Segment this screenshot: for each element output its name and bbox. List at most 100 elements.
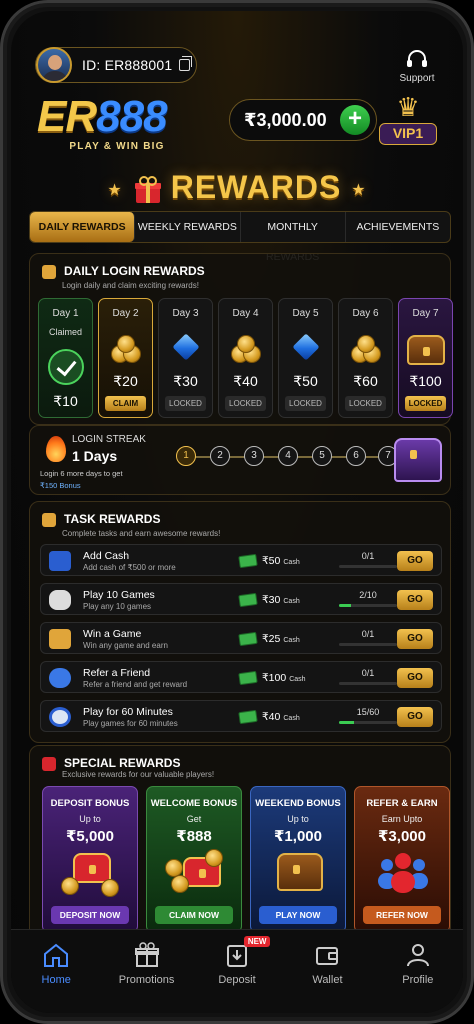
wallet-icon	[316, 947, 339, 965]
task-reward: ₹25 Cash	[262, 633, 300, 645]
user-id-text: ID: ER888001	[82, 57, 173, 73]
tab-daily-rewards[interactable]: DAILY REWARDS	[30, 212, 136, 242]
welcome-bonus-card[interactable]: WELCOME BONUS Get ₹888 CLAIM NOW	[146, 786, 242, 933]
nav-label: Deposit	[218, 974, 256, 986]
task-progress-bar	[339, 604, 397, 607]
daily-login-subtitle: Login daily and claim exciting rewards!	[62, 281, 199, 290]
clipboard-icon	[42, 512, 56, 527]
copy-icon[interactable]	[179, 56, 193, 71]
refer-earn-card[interactable]: REFER & EARN Earn Upto ₹3,000 REFER NOW	[354, 786, 450, 933]
day-value: ₹50	[293, 373, 318, 389]
card-value: ₹5,000	[66, 828, 114, 845]
phone-frame: ID: ER888001 Support ER888 PLAY & WIN BI…	[0, 0, 474, 1024]
nav-label: Home	[41, 974, 71, 986]
deposit-bonus-card[interactable]: DEPOSIT BONUS Up to ₹5,000 DEPOSIT NOW	[42, 786, 138, 933]
fire-icon	[46, 436, 66, 462]
reward-tabs: DAILY REWARDS WEEKLY REWARDS MONTHLY REW…	[29, 211, 451, 263]
play-now-button[interactable]: PLAY NOW	[259, 906, 337, 924]
calendar-icon	[42, 264, 56, 279]
page-title-text: REWARDS	[170, 169, 342, 205]
vip-badge[interactable]: ♛ VIP1	[379, 94, 437, 145]
gift-icon	[134, 175, 161, 203]
task-desc: Refer a friend and get reward	[83, 680, 188, 689]
task-reward: ₹40 Cash	[262, 711, 300, 723]
go-button[interactable]: GO	[397, 707, 433, 727]
nav-label: Profile	[402, 974, 434, 986]
nav-wallet[interactable]: Wallet	[282, 930, 372, 1013]
gamepad-icon	[49, 590, 71, 610]
day-value: ₹30	[173, 373, 198, 389]
nav-deposit[interactable]: Deposit NEW	[192, 930, 282, 1013]
day-value: ₹60	[353, 373, 378, 389]
tab-weekly-rewards[interactable]: WEEKLY REWARDS	[135, 212, 241, 242]
support-button[interactable]: Support	[393, 49, 441, 84]
nav-promotions[interactable]: Promotions	[101, 930, 191, 1013]
trophy-icon	[49, 629, 71, 649]
claim-now-button[interactable]: CLAIM NOW	[155, 906, 233, 924]
nav-home[interactable]: Home	[11, 930, 101, 1013]
cash-icon	[238, 670, 258, 686]
go-button[interactable]: GO	[397, 551, 433, 571]
balance-pill[interactable]: ₹3,000.00 +	[229, 99, 377, 141]
locked-button: LOCKED	[345, 396, 386, 411]
task-rewards-panel: TASK REWARDS Complete tasks and earn awe…	[29, 501, 451, 743]
avatar[interactable]	[36, 47, 72, 83]
nav-label: Wallet	[312, 974, 343, 986]
task-progress: 2/10	[359, 590, 377, 600]
weekend-bonus-card[interactable]: WEEKEND BONUS Up to ₹1,000 PLAY NOW	[250, 786, 346, 933]
streak-step: 4	[278, 446, 298, 466]
task-progress-bar	[339, 682, 397, 685]
day-value: ₹100	[409, 373, 442, 389]
chest-icon	[406, 333, 445, 365]
home-icon	[44, 943, 69, 967]
day-name: Day 4	[232, 308, 259, 319]
go-button[interactable]: GO	[397, 668, 433, 688]
day-card-3: Day 3 ₹30 LOCKED	[158, 298, 213, 418]
clock-icon	[49, 707, 71, 727]
tab-achievements[interactable]: ACHIEVEMENTS	[346, 212, 450, 242]
locked-button: LOCKED	[165, 396, 206, 411]
logo-text-er: ER	[37, 92, 97, 141]
task-reward: ₹30 Cash	[262, 594, 300, 606]
streak-value: 1 Days	[72, 448, 118, 464]
task-title: Add Cash	[83, 550, 130, 562]
task-progress-bar	[339, 721, 397, 724]
day-name: Day 2	[112, 308, 139, 319]
deposit-now-button[interactable]: DEPOSIT NOW	[51, 906, 129, 924]
refer-now-button[interactable]: REFER NOW	[363, 906, 441, 924]
card-subtitle: Get	[186, 814, 202, 824]
nav-label: Promotions	[118, 974, 175, 986]
cash-icon	[238, 709, 258, 725]
task-progress: 15/60	[356, 707, 380, 717]
card-value: ₹1,000	[274, 828, 322, 845]
user-id-pill[interactable]: ID: ER888001	[35, 47, 197, 83]
daily-login-panel: DAILY LOGIN REWARDS Login daily and clai…	[29, 253, 453, 425]
tab-monthly-rewards[interactable]: MONTHLY REWARDS	[241, 212, 346, 263]
task-desc: Win any game and earn	[83, 641, 168, 650]
diamond-icon	[289, 333, 323, 365]
nav-profile[interactable]: Profile	[373, 930, 463, 1013]
task-row: Refer a Friend Refer a friend and get re…	[40, 661, 442, 693]
users-icon	[49, 668, 71, 688]
task-row: Play 10 Games Play any 10 games ₹30 Cash …	[40, 583, 442, 615]
task-progress-bar	[339, 565, 397, 568]
go-button[interactable]: GO	[397, 629, 433, 649]
gift-box-icon	[61, 849, 121, 897]
claim-button[interactable]: CLAIM	[105, 396, 146, 411]
task-title: Play for 60 Minutes	[83, 706, 173, 718]
add-funds-button[interactable]: +	[340, 105, 370, 135]
task-rewards-subtitle: Complete tasks and earn awesome rewards!	[62, 529, 221, 538]
task-row: Win a Game Win any game and earn ₹25 Cash…	[40, 622, 442, 654]
go-button[interactable]: GO	[397, 590, 433, 610]
page-title: ★ REWARDS ★	[11, 169, 463, 206]
support-label: Support	[399, 73, 435, 84]
coins-icon	[349, 333, 383, 365]
day-name: Day 1	[52, 308, 79, 319]
streak-label: LOGIN STREAK	[72, 434, 146, 445]
task-progress: 0/1	[361, 551, 375, 561]
special-rewards-panel: SPECIAL REWARDS Exclusive rewards for ou…	[29, 745, 451, 941]
card-value: ₹3,000	[378, 828, 426, 845]
card-subtitle: Earn Upto	[381, 814, 423, 824]
brand-logo: ER888 PLAY & WIN BIG	[37, 92, 197, 153]
star-icon: ★	[107, 181, 123, 199]
